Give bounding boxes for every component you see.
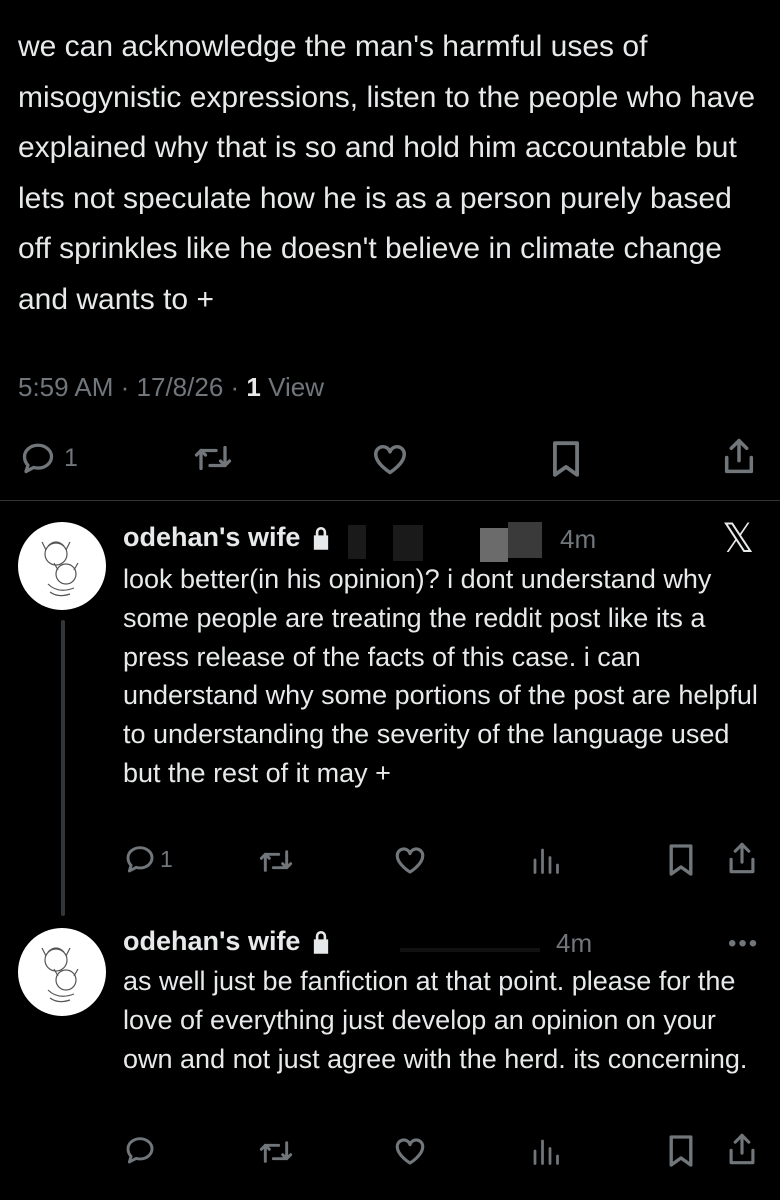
like-button[interactable] [392,843,428,877]
views-button[interactable] [530,845,560,875]
reply-button[interactable]: 1 [124,843,173,875]
lock-icon [314,930,329,954]
retweet-icon [259,850,293,872]
retweet-button[interactable] [193,440,233,476]
views-icon [533,1139,559,1165]
close-icon[interactable]: 𝕏 [722,516,754,562]
redacted-block [393,525,423,561]
redacted-block [480,528,508,562]
views-icon [533,848,559,874]
retweet-button[interactable] [258,1136,294,1168]
avatar[interactable] [18,522,106,610]
reply-text: look better(in his opinion)? i dont unde… [123,564,758,788]
author-name[interactable]: odehan's wife [123,522,300,553]
share-icon [729,1133,755,1165]
redacted-block [348,525,366,559]
like-icon [395,1138,425,1165]
reply-text: as well just be fanfiction at that point… [123,966,748,1074]
post-date: 17/8/26 [136,372,224,402]
reply-icon [126,1137,154,1164]
reply-header: odehan's wife [123,522,332,553]
bookmark-button[interactable] [550,440,582,478]
like-icon [374,445,406,475]
reply-icon [22,443,54,474]
bookmark-button[interactable] [667,1134,695,1168]
reply-age: 4m [556,928,593,958]
meta-separator: · [120,372,137,402]
reply-icon [126,846,154,873]
retweet-button[interactable] [258,845,294,877]
share-button[interactable] [727,1131,757,1167]
bookmark-icon [669,844,693,876]
post-text: we can acknowledge the man's harmful use… [18,30,756,316]
thread-line [61,620,65,916]
reply-button[interactable] [124,1134,156,1166]
views-button[interactable] [530,1136,560,1166]
like-button[interactable] [392,1134,428,1168]
share-icon [729,842,755,874]
bookmark-button[interactable] [667,843,695,877]
avatar[interactable] [18,928,106,1016]
views-count[interactable]: 1 [246,372,260,402]
avatar-sketch-icon [41,541,79,597]
reply-button[interactable]: 1 [20,440,78,476]
reply-count: 1 [160,845,173,872]
share-button[interactable] [722,436,756,476]
bookmark-icon [553,441,579,477]
retweet-icon [259,1141,293,1163]
bookmark-icon [669,1135,693,1167]
retweet-icon [194,445,232,471]
author-name[interactable]: odehan's wife [123,926,300,957]
reply-count: 1 [64,443,78,472]
divider [0,500,780,501]
more-icon[interactable]: ••• [728,930,759,958]
post-meta: 5:59 AM · 17/8/26 · 1 View [18,372,324,403]
reply-age: 4m [560,524,597,554]
meta-separator: · [230,372,247,402]
redacted-block [508,522,542,558]
share-icon [724,438,754,474]
redacted-block [400,948,540,952]
post-time: 5:59 AM [18,372,114,402]
avatar-sketch-icon [41,947,79,1003]
views-label[interactable]: View [268,372,324,402]
like-icon [395,847,425,874]
share-button[interactable] [727,840,757,876]
lock-icon [314,526,329,550]
like-button[interactable] [370,440,410,478]
reply-header: odehan's wife [123,926,332,957]
